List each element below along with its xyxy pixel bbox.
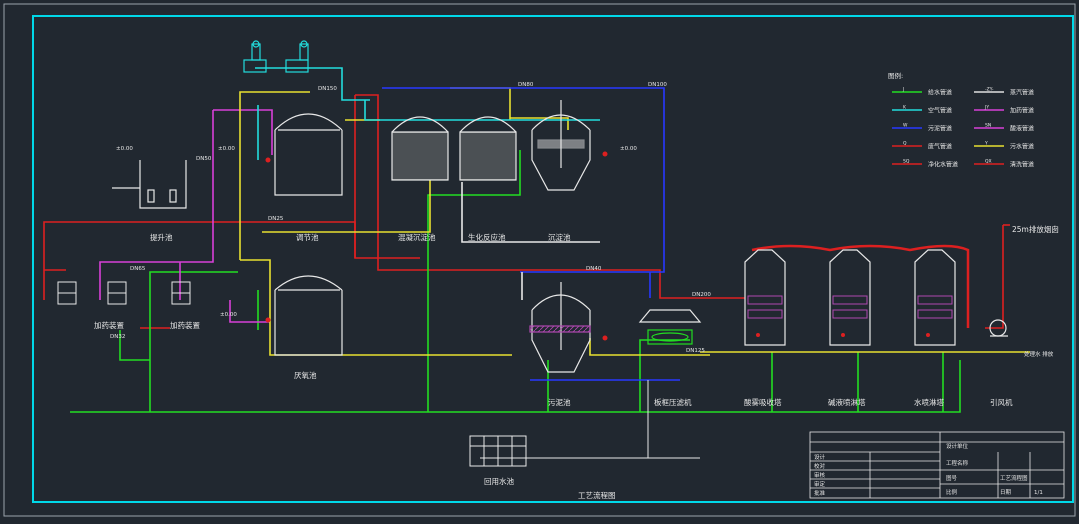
pipe-note: DN65 — [130, 266, 146, 272]
label-dosing-1: 加药装置 — [94, 320, 124, 330]
coagulation-tanks — [391, 116, 517, 181]
title-row: 审定 — [814, 480, 826, 488]
label-coagulation: 混凝沉淀池 — [398, 232, 436, 242]
pipe-note: DN125 — [686, 348, 705, 354]
legend-code: J — [902, 87, 904, 93]
title-row: 设计 — [814, 453, 826, 461]
title-project: 工程名称 — [946, 459, 969, 467]
scrubber-tower — [914, 249, 956, 346]
elevation-mark: ±0.00 — [218, 146, 235, 152]
sludge-tank — [529, 282, 591, 373]
pipe-note: DN50 — [196, 156, 212, 162]
chimney-pipe — [985, 225, 1004, 329]
label-anaerobic: 厌氧池 — [294, 370, 317, 380]
legend-label: 酸液管道 — [1010, 125, 1034, 133]
title-sheet: 1/1 — [1034, 490, 1043, 496]
air-pipe — [255, 67, 370, 101]
legend-label: 给水管道 — [928, 89, 952, 97]
legend-label: 废气管道 — [928, 143, 952, 151]
scrubber-tower — [744, 249, 786, 346]
legend-label: 净化水管道 — [928, 161, 958, 169]
title-block — [809, 431, 1065, 499]
title-design-unit: 设计单位 — [946, 442, 969, 450]
pipe-note: DN200 — [692, 292, 711, 298]
outer-border — [3, 3, 1076, 517]
legend: 图例: J 给水管道 -ZY- 蒸汽管道K 空气管道 JY 加药管道W 污泥管道 SN 酸液管道Q… — [888, 71, 1034, 169]
blower-icon — [285, 59, 309, 73]
legend-code: Y — [984, 141, 988, 147]
title-drawing-no: 图号 — [946, 474, 958, 482]
title-row: 审核 — [814, 471, 826, 479]
water-supply-main — [70, 360, 961, 413]
pipe-note: DN40 — [586, 266, 602, 272]
label-bottom-title: 工艺流程图 — [578, 490, 616, 500]
dosing-units — [57, 281, 191, 305]
label-biochem: 生化反应池 — [468, 232, 506, 242]
anaerobic-tank — [274, 275, 343, 356]
legend-code: W — [903, 123, 908, 129]
elevation-mark: ±0.00 — [220, 312, 237, 318]
legend-code: SN — [985, 123, 991, 129]
elevation-mark: ±0.00 — [116, 146, 133, 152]
legend-code: QX — [985, 159, 992, 165]
legend-code: SQ — [903, 159, 910, 165]
label-sedimentation: 沉淀池 — [548, 232, 571, 242]
blower-icon — [243, 59, 267, 73]
label-sludge-tank: 污泥池 — [548, 397, 571, 407]
label-chimney: 25m排放烟囱 — [1012, 224, 1059, 234]
pipe-network — [43, 67, 1030, 459]
title-date: 日期 — [1000, 489, 1012, 496]
title-scale: 比例 — [946, 488, 958, 496]
legend-label: 空气管道 — [928, 107, 952, 115]
legend-code: Q — [903, 141, 907, 147]
label-water-tower: 水喷淋塔 — [914, 397, 944, 407]
regulation-tank — [274, 113, 343, 196]
reuse-basin — [469, 435, 527, 467]
outlet-note: 处理水 排放 — [1024, 350, 1054, 358]
legend-label: 污水管道 — [1010, 143, 1034, 151]
pipe-note: DN32 — [110, 334, 125, 340]
drawing-frame — [32, 15, 1074, 503]
label-fan: 引风机 — [990, 397, 1013, 407]
legend-code: -ZY- — [985, 87, 994, 93]
pipe-note: DN80 — [518, 82, 534, 88]
legend-code: JY — [984, 105, 989, 111]
label-pump-pit: 提升池 — [150, 232, 173, 242]
title-drawing-name: 工艺流程图 — [1000, 474, 1028, 482]
pump-pit — [112, 160, 187, 209]
cad-viewport: 提升池 调节池 混凝沉淀池 生化反应池 沉淀池 厌氧池 污泥池 板框压滤机 酸雾… — [0, 0, 1079, 520]
elevation-mark: ±0.00 — [620, 146, 637, 152]
pipe-note: DN100 — [648, 82, 667, 88]
waste-gas-main — [355, 94, 745, 299]
legend-label: 加药管道 — [1010, 107, 1034, 115]
legend-title: 图例: — [888, 71, 903, 80]
legend-label: 蒸汽管道 — [1010, 89, 1034, 97]
process-flow-diagram: 提升池 调节池 混凝沉淀池 生化反应池 沉淀池 厌氧池 污泥池 板框压滤机 酸雾… — [3, 3, 1076, 517]
label-regulation-tank: 调节池 — [296, 232, 319, 242]
label-acid-tower: 酸雾吸收塔 — [744, 397, 782, 407]
label-filter-press: 板框压滤机 — [654, 397, 692, 407]
legend-label: 污泥管道 — [928, 125, 952, 133]
title-row: 批准 — [814, 489, 826, 497]
pipe-note: DN25 — [268, 216, 284, 222]
pipe-note: DN150 — [318, 86, 337, 92]
label-alkali-tower: 碱液喷淋塔 — [828, 397, 866, 407]
title-row: 校对 — [814, 462, 826, 470]
scrubber-tower — [829, 249, 871, 346]
filter-press — [638, 309, 702, 345]
legend-label: 清洗管道 — [1010, 161, 1034, 169]
label-dosing-2: 加药装置 — [170, 320, 200, 330]
label-reuse: 回用水池 — [484, 476, 514, 486]
sedimentation-tank — [531, 100, 591, 191]
scrubber-towers — [744, 249, 956, 346]
